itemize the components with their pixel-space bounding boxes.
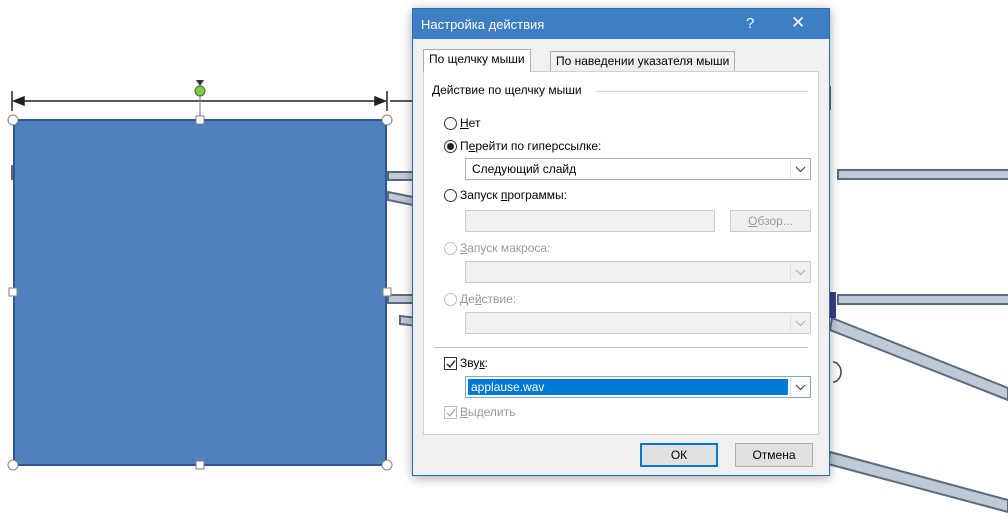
highlight-check-box[interactable] bbox=[444, 405, 457, 419]
section-divider bbox=[434, 347, 808, 348]
dialog-title-bar[interactable]: Настройка действия ? ✕ bbox=[413, 9, 829, 39]
radio-object-action-circle[interactable] bbox=[444, 292, 457, 306]
chevron-down-icon[interactable] bbox=[790, 263, 809, 281]
radio-run-macro-circle[interactable] bbox=[444, 241, 457, 255]
radio-object-action-label: Действие: bbox=[460, 292, 517, 306]
sound-select[interactable]: applause.wav bbox=[465, 376, 811, 398]
tab-panel: Действие по щелчку мыши Нет Перейти по г… bbox=[423, 71, 819, 435]
browse-button[interactable]: Обзор... bbox=[730, 210, 811, 232]
resize-handle-left[interactable] bbox=[8, 287, 18, 297]
tab-mouse-click[interactable]: По щелчку мыши bbox=[423, 49, 531, 72]
radio-run-program-label: Запуск программы: bbox=[460, 188, 567, 202]
ok-button[interactable]: ОК bbox=[640, 443, 718, 467]
close-button[interactable]: ✕ bbox=[791, 13, 805, 33]
resize-handle-bottom[interactable] bbox=[195, 460, 205, 470]
chevron-down-icon[interactable] bbox=[790, 314, 809, 332]
dialog-title: Настройка действия bbox=[421, 17, 545, 32]
group-label: Действие по щелчку мыши bbox=[432, 83, 586, 97]
action-settings-dialog: Настройка действия ? ✕ По щелчку мыши По… bbox=[412, 8, 830, 476]
resize-handle-bottom-right[interactable] bbox=[381, 459, 393, 471]
radio-hyperlink-label: Перейти по гиперссылке: bbox=[460, 139, 602, 153]
macro-select[interactable] bbox=[465, 261, 811, 283]
background-marker bbox=[830, 292, 836, 318]
radio-hyperlink[interactable]: Перейти по гиперссылке: bbox=[444, 138, 601, 154]
resize-handle-top-left[interactable] bbox=[7, 114, 19, 126]
hyperlink-target-select[interactable]: Следующий слайд bbox=[465, 158, 811, 180]
chevron-down-icon[interactable] bbox=[790, 378, 809, 396]
radio-run-program-circle[interactable] bbox=[444, 188, 457, 202]
radio-none-circle[interactable] bbox=[444, 116, 457, 130]
sound-check-box[interactable] bbox=[444, 356, 457, 370]
radio-run-macro-label: Запуск макроса: bbox=[460, 241, 551, 255]
program-path-input[interactable] bbox=[465, 210, 715, 232]
radio-object-action[interactable]: Действие: bbox=[444, 291, 516, 307]
selected-rectangle-shape[interactable] bbox=[13, 119, 387, 466]
object-action-select[interactable] bbox=[465, 312, 811, 334]
highlight-label: Выделить bbox=[460, 405, 516, 419]
resize-handle-top[interactable] bbox=[195, 115, 205, 125]
help-button[interactable]: ? bbox=[746, 15, 754, 32]
background-arc bbox=[832, 361, 842, 383]
radio-run-program[interactable]: Запуск программы: bbox=[444, 187, 567, 203]
resize-handle-right[interactable] bbox=[382, 287, 392, 297]
chevron-down-icon[interactable] bbox=[790, 160, 809, 178]
tab-mouse-over[interactable]: По наведении указателя мыши bbox=[550, 51, 736, 71]
rotation-handle[interactable] bbox=[194, 80, 206, 97]
radio-none-label: Нет bbox=[460, 116, 481, 130]
sound-label: Звук: bbox=[460, 356, 488, 370]
radio-run-macro[interactable]: Запуск макроса: bbox=[444, 240, 550, 256]
resize-handle-top-right[interactable] bbox=[381, 114, 393, 126]
cancel-button[interactable]: Отмена bbox=[735, 443, 813, 467]
radio-none[interactable]: Нет bbox=[444, 115, 480, 131]
sound-selected-value: applause.wav bbox=[468, 379, 788, 395]
resize-handle-bottom-left[interactable] bbox=[7, 459, 19, 471]
group-divider bbox=[596, 91, 808, 92]
hyperlink-target-value: Следующий слайд bbox=[472, 162, 577, 176]
dimension-arrow bbox=[11, 91, 412, 111]
play-sound-checkbox[interactable]: Звук: bbox=[444, 355, 488, 371]
highlight-click-checkbox[interactable]: Выделить bbox=[444, 404, 515, 420]
radio-hyperlink-circle[interactable] bbox=[444, 139, 457, 153]
